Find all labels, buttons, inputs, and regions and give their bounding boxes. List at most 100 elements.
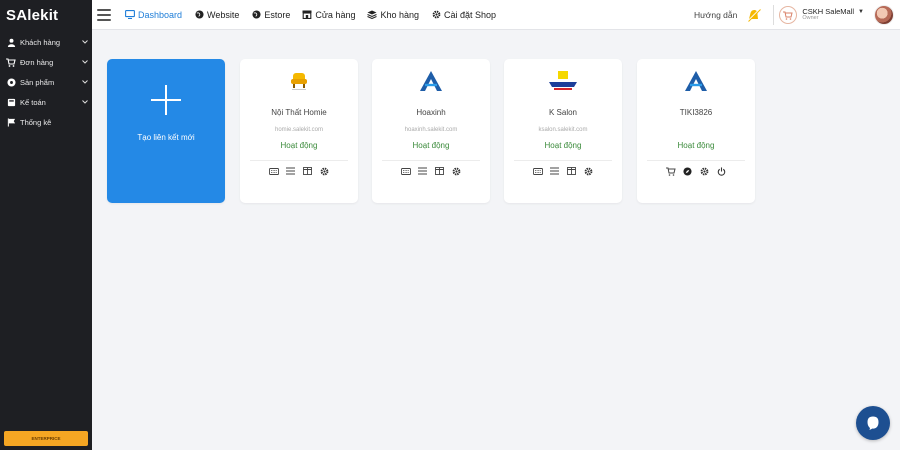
salekit-logo[interactable]: SAlekit (0, 0, 92, 30)
columns-icon[interactable] (567, 166, 577, 176)
shop-card[interactable]: K Salon ksalon.salekit.com Hoạt động (504, 59, 622, 203)
status-badge: Hoạt động (677, 141, 715, 150)
sidebar-item-khach-hang[interactable]: Khách hàng (0, 32, 92, 52)
menu-item-label: Cửa hàng (315, 9, 356, 20)
sidebar-item-thong-ke[interactable]: Thống kê (0, 112, 92, 132)
calculator-icon (6, 97, 16, 107)
sidebar: SAlekit Khách hàng Đơn hàng Sản phẩm Kế … (0, 0, 92, 450)
menu-item-estore[interactable]: Estore (251, 10, 290, 20)
create-link-label: Tạo liên kết mới (137, 133, 195, 142)
gear-icon (431, 10, 441, 20)
menu-item-label: Dashboard (138, 9, 183, 20)
avatar[interactable] (874, 5, 894, 25)
a-logo-icon (681, 69, 711, 93)
header-right: Hướng dẫn CSKH SaleMall ▼ Owner (694, 0, 894, 30)
shop-card[interactable]: Hoaxinh hoaxinh.salekit.com Hoạt động (372, 59, 490, 203)
shop-cart-icon[interactable] (779, 6, 798, 24)
a-logo-icon (416, 69, 446, 93)
chevron-down-icon (78, 80, 92, 84)
list-icon[interactable] (550, 166, 560, 176)
chevron-down-icon (78, 60, 92, 64)
flag-icon (6, 117, 16, 127)
menu-toggle-icon[interactable] (97, 8, 111, 21)
status-badge: Hoạt động (412, 141, 450, 150)
shop-domain[interactable]: homie.salekit.com (240, 127, 358, 133)
box-icon (6, 77, 16, 87)
status-badge: Hoạt động (544, 141, 582, 150)
card-actions (372, 166, 490, 176)
list-icon[interactable] (286, 166, 296, 176)
divider (647, 160, 745, 161)
monitor-icon (125, 10, 135, 20)
shop-name: TIKI3826 (679, 108, 713, 117)
globe-icon (251, 10, 261, 20)
divider (514, 160, 612, 161)
shop-domain[interactable]: hoaxinh.salekit.com (372, 127, 490, 133)
sidebar-item-label: Khách hàng (20, 37, 61, 47)
keyboard-icon[interactable] (532, 166, 543, 176)
person-icon (6, 37, 16, 47)
status-badge: Hoạt động (280, 141, 318, 150)
gear-icon[interactable] (584, 166, 594, 176)
divider (382, 160, 480, 161)
shop-card[interactable]: TIKI3826 Hoạt động (637, 59, 755, 203)
plus-icon (151, 85, 181, 115)
sidebar-item-label: Sản phẩm (20, 77, 55, 87)
divider (773, 5, 775, 25)
sidebar-item-ke-toan[interactable]: Kế toán (0, 92, 92, 112)
gear-icon[interactable] (320, 166, 330, 176)
chat-bubble-icon (867, 416, 879, 430)
user-role: Owner (802, 15, 819, 22)
create-link-card[interactable]: Tạo liên kết mới (107, 59, 225, 203)
store-icon (302, 10, 312, 20)
top-menu: Dashboard Website Estore Cửa hàng Kho hà… (125, 10, 508, 20)
user-menu[interactable]: CSKH SaleMall ▼ Owner (802, 8, 864, 22)
card-actions (637, 166, 755, 176)
columns-icon[interactable] (435, 166, 445, 176)
guide-link[interactable]: Hướng dẫn (694, 10, 737, 20)
chevron-down-icon (78, 100, 92, 104)
compass-icon[interactable] (683, 166, 693, 176)
keyboard-icon[interactable] (400, 166, 411, 176)
sidebar-item-label: Kế toán (20, 97, 46, 107)
k-salon-logo-icon (548, 69, 578, 93)
power-icon[interactable] (717, 166, 727, 176)
shop-name: Hoaxinh (416, 108, 446, 117)
shop-domain[interactable]: ksalon.salekit.com (504, 127, 622, 133)
enterprise-button[interactable]: ENTERPRICE (4, 431, 88, 446)
sidebar-item-san-pham[interactable]: Sản phẩm (0, 72, 92, 92)
menu-item-label: Cài đặt Shop (444, 9, 497, 20)
sidebar-nav: Khách hàng Đơn hàng Sản phẩm Kế toán Thố… (0, 32, 92, 132)
shop-card[interactable]: Nội Thất Homie homie.salekit.com Hoạt độ… (240, 59, 358, 203)
menu-item-label: Estore (264, 9, 291, 20)
keyboard-icon[interactable] (268, 166, 279, 176)
shop-name: K Salon (548, 108, 578, 117)
menu-item-cua-hang[interactable]: Cửa hàng (302, 10, 355, 20)
notification-bell-icon[interactable] (745, 6, 763, 24)
chat-support-button[interactable] (856, 406, 890, 440)
sidebar-item-don-hang[interactable]: Đơn hàng (0, 52, 92, 72)
gear-icon[interactable] (700, 166, 710, 176)
card-actions (240, 166, 358, 176)
list-icon[interactable] (418, 166, 428, 176)
menu-item-website[interactable]: Website (194, 10, 239, 20)
chevron-down-icon (78, 40, 92, 44)
menu-item-label: Website (207, 9, 240, 20)
menu-item-label: Kho hàng (380, 9, 420, 20)
sidebar-item-label: Đơn hàng (20, 57, 54, 67)
sidebar-item-label: Thống kê (20, 117, 52, 127)
chair-logo-icon (284, 69, 314, 93)
menu-item-cai-dat-shop[interactable]: Cài đặt Shop (431, 10, 496, 20)
columns-icon[interactable] (303, 166, 313, 176)
cart-icon (6, 57, 16, 67)
divider (250, 160, 348, 161)
cart-icon[interactable] (665, 166, 676, 176)
menu-item-kho-hang[interactable]: Kho hàng (367, 10, 419, 20)
caret-down-icon: ▼ (858, 8, 864, 15)
gear-icon[interactable] (452, 166, 462, 176)
shop-name: Nội Thất Homie (271, 108, 327, 117)
card-actions (504, 166, 622, 176)
menu-item-dashboard[interactable]: Dashboard (125, 10, 182, 20)
globe-icon (194, 10, 204, 20)
layers-icon (367, 10, 378, 20)
